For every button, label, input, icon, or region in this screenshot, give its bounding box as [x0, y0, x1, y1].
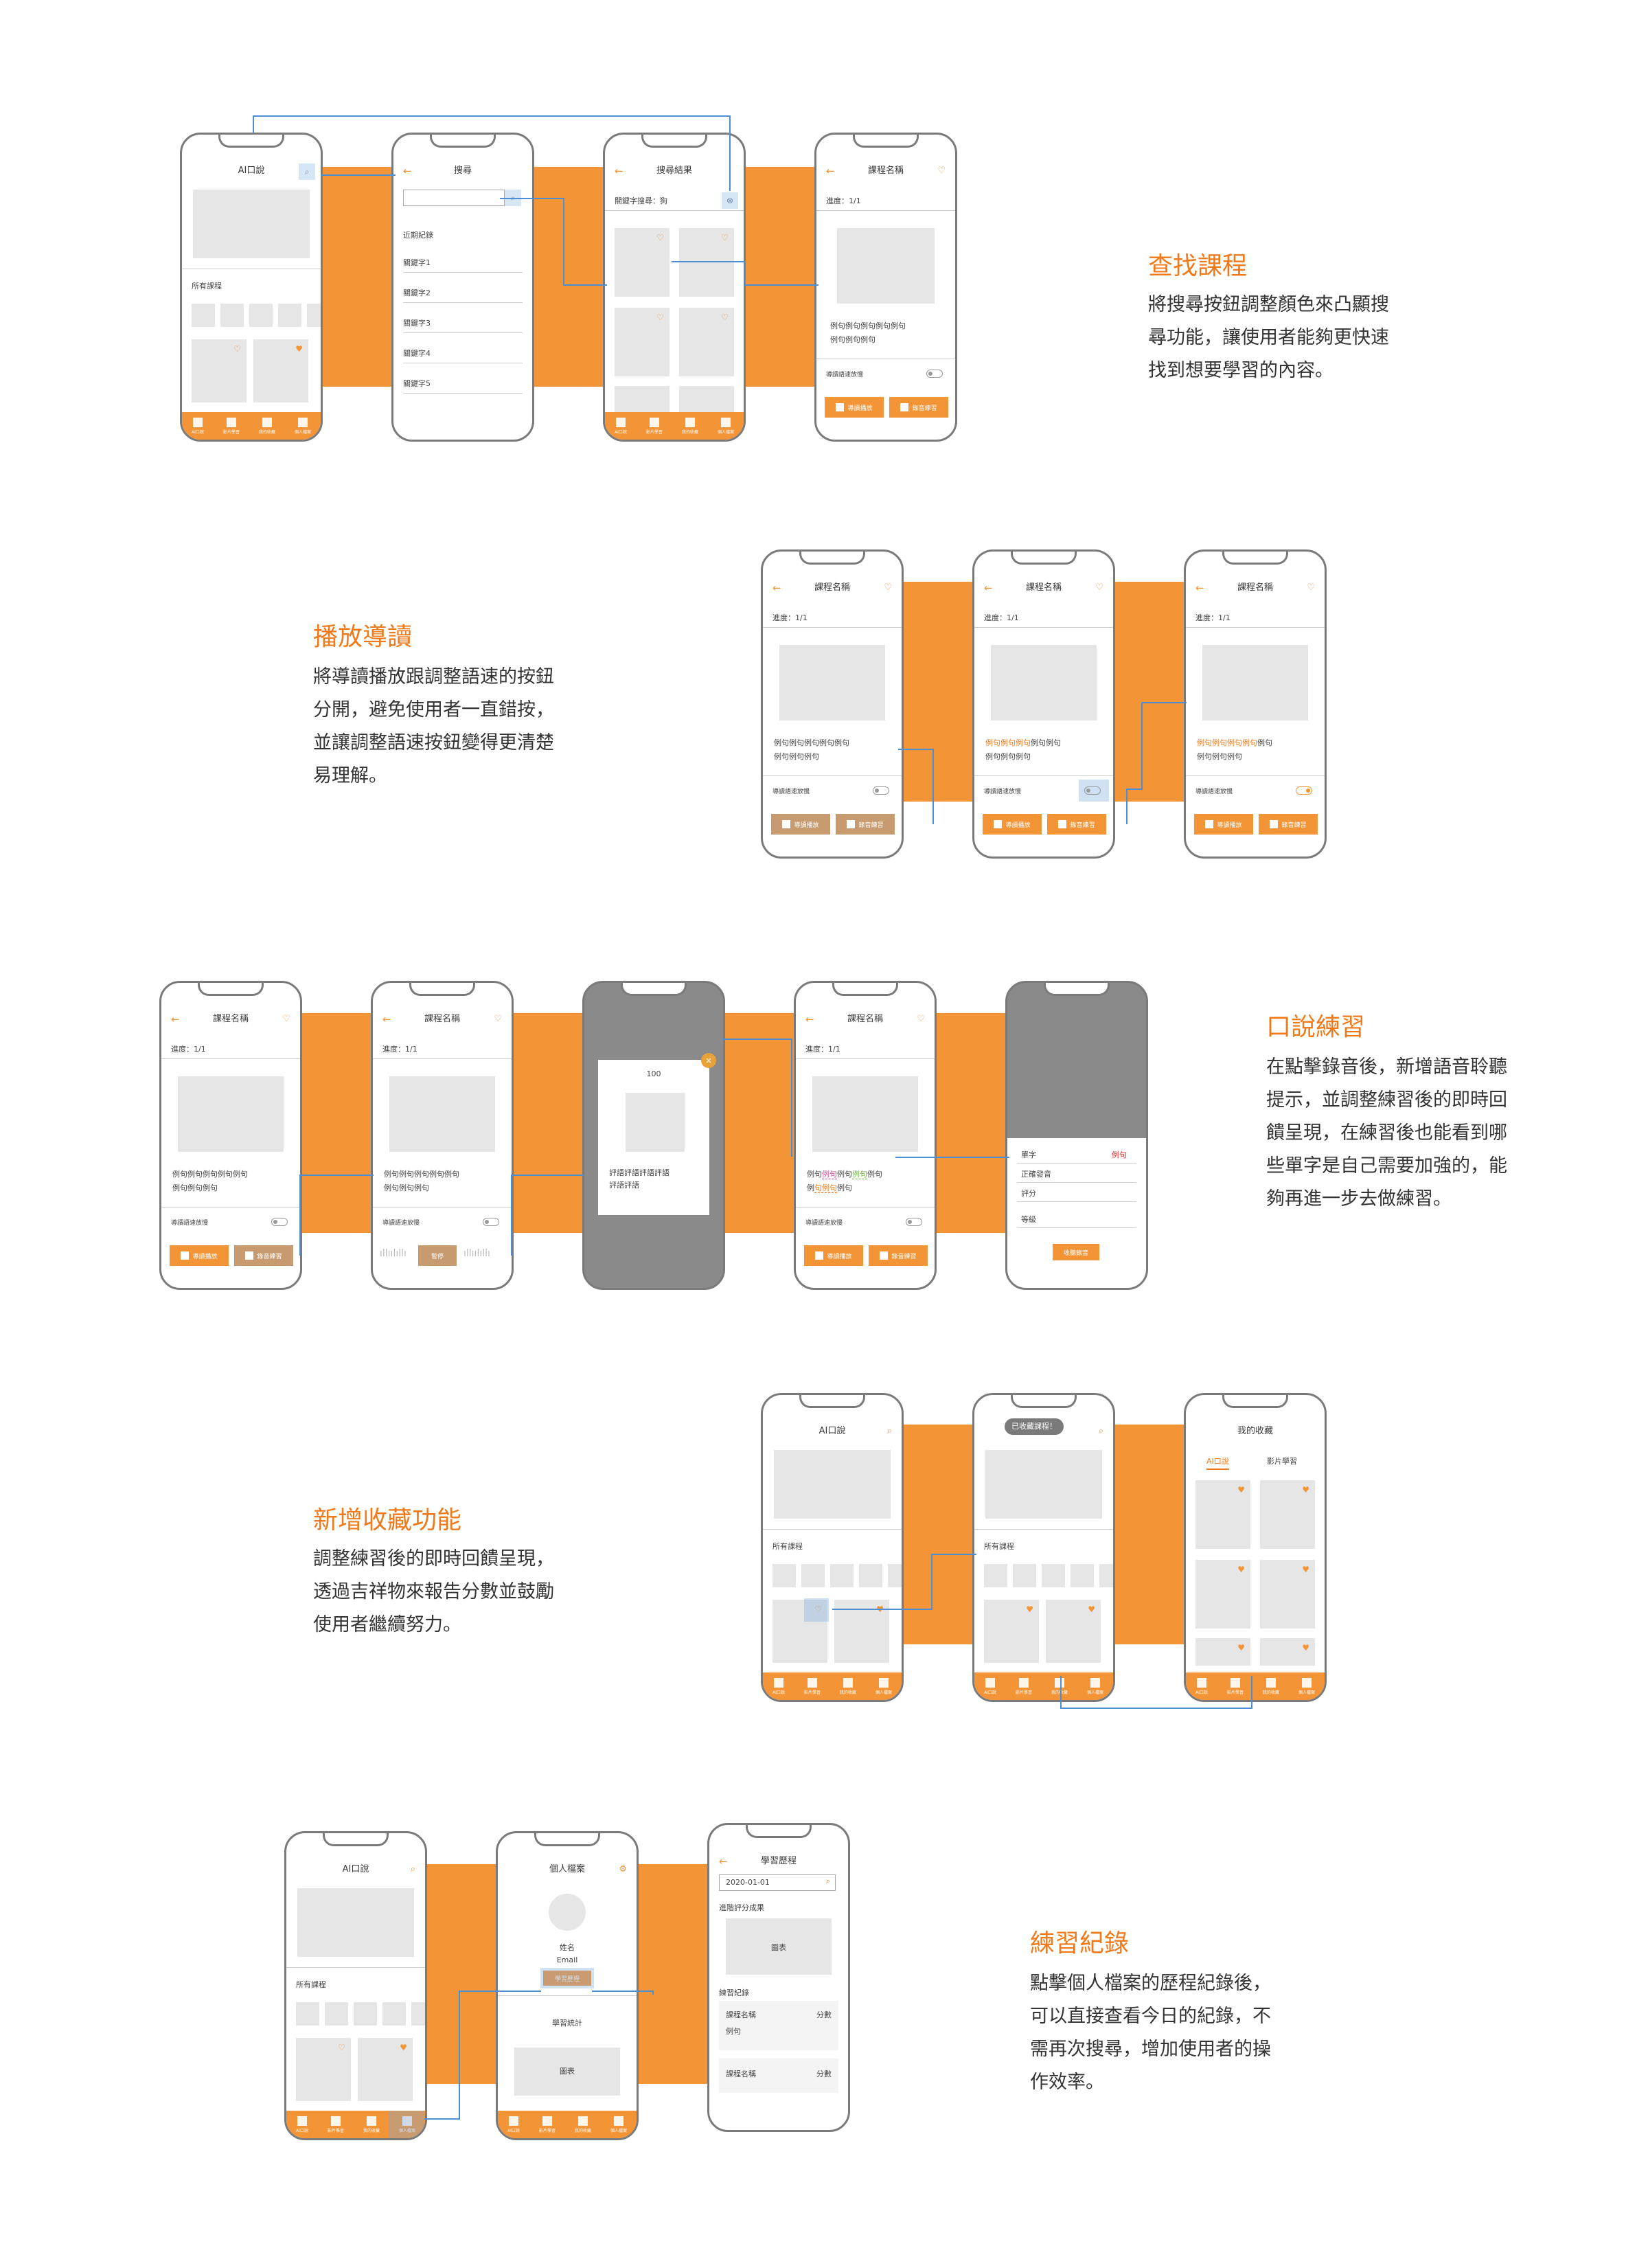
r3-phone-5: 單字 例句 正確發音 評分 等級 收聽錄音 [1005, 981, 1148, 1290]
heart-icon[interactable]: ♡ [937, 163, 946, 179]
r4-phone-home: AI口說 ⌕ 所有課程 ♡ ♥ AI口說 影片學習 我的收藏 個人檔案 [761, 1393, 904, 1702]
heart-icon[interactable]: ♡ [884, 580, 892, 596]
section-title-history: 練習紀錄 [1030, 1929, 1130, 1958]
r2-phone-course-c: ← 課程名稱 ♡ 進度：1/1 例句例句例句例句例句 例句例句例句 導讀語速放慢… [1184, 549, 1327, 859]
heart-icon[interactable]: ♡ [1307, 580, 1315, 596]
r5-phone-profile: 個人檔案 ⚙ 姓名 Email 學習歷程 學習統計 圖表 AI口說 影片學習 我… [496, 1831, 639, 2140]
section-desc-guide: 將導讀播放跟調整語速的按鈕 分開，避免使用者一直錯按， 並讓調整語速按鈕變得更清楚易… [313, 666, 554, 786]
play-button[interactable]: 導讀播放 [825, 397, 884, 418]
play-button[interactable]: 導讀播放 [1194, 814, 1253, 835]
all-courses-label: 所有課程 [192, 282, 222, 291]
record-button[interactable]: 錄音練習 [234, 1245, 293, 1266]
section-title-search: 查找課程 [1148, 252, 1248, 280]
r2-phone-course-b: ← 課程名稱 ♡ 進度：1/1 例句例句例句例句例句 例句例句例句 導讀語速放慢… [972, 549, 1115, 859]
section-desc-speaking: 在點擊錄音後，新增語音聆聽 提示，並調整練習後的即時回 饋呈現，在練習後也能看到哪些… [1266, 1056, 1507, 1210]
record-button[interactable]: 錄音練習 [889, 397, 948, 418]
keyword-item[interactable]: 關鍵字2 [403, 287, 431, 298]
search-title: 搜尋 [453, 166, 472, 176]
play-button[interactable]: 導讀播放 [983, 814, 1042, 835]
r5-phone-home: AI口說 ⌕ 所有課程 ♡ ♥ AI口說 影片學習 我的收藏 個人檔案 [284, 1831, 427, 2140]
r4-phone-home-toast: AI口說 ⌕ 已收藏課程！ 所有課程 ♥ ♥ AI口說 影片學習 我的收藏 個人… [972, 1393, 1115, 1702]
r1-phone-results: ← 搜尋結果 關鍵字搜尋：狗 ⊗ ♡ ♡ ♡ ♡ AI口說 影片學習 我的收藏 … [603, 133, 746, 442]
heart-icon[interactable]: ♡ [1095, 580, 1103, 596]
tab-ai[interactable]: AI口說 [1206, 1455, 1229, 1470]
r3-phone-4: ← 課程名稱 ♡ 進度：1/1 例句例句例句例句例句 例句例句例句 導讀語速放慢… [794, 981, 937, 1290]
section-title-guide: 播放導讀 [313, 623, 413, 651]
section-title-favorite: 新增收藏功能 [313, 1506, 462, 1534]
section-desc-search: 將搜尋按鈕調整顏色來凸顯搜 尋功能，讓使用者能夠更快速 找到想要學習的內容。 [1148, 294, 1389, 381]
pause-button[interactable]: 暫停 [418, 1245, 457, 1266]
sentence-line: 例句例句例句例句例句 [830, 321, 906, 330]
listen-button[interactable]: 收聽錄音 [1053, 1244, 1099, 1260]
clear-icon[interactable]: ⊗ [722, 192, 738, 209]
results-query: 關鍵字搜尋：狗 [615, 196, 667, 205]
keyword-item[interactable]: 關鍵字1 [403, 257, 431, 268]
play-button[interactable]: 導讀播放 [771, 814, 830, 835]
r3-phone-2: ← 課程名稱 ♡ 進度：1/1 例句例句例句例句例句 例句例句例句 導讀語速放慢… [371, 981, 514, 1290]
keyword-item[interactable]: 關鍵字3 [403, 317, 431, 328]
sentence-line: 例句例句例句 [830, 335, 876, 344]
search-input[interactable] [403, 190, 505, 206]
r5-phone-history: ← 學習歷程 2020-01-01 ⌕ 進階評分成果 圖表 練習紀錄 課程名稱 … [707, 1823, 850, 2132]
tab-video[interactable]: 影片學習 [1267, 1455, 1297, 1466]
waveform-icon: ıllıılıllı [380, 1248, 407, 1259]
record-button[interactable]: 錄音練習 [1259, 814, 1318, 835]
gear-icon[interactable]: ⚙ [619, 1862, 627, 1877]
toast: 已收藏課程！ [1005, 1418, 1064, 1435]
r3-phone-1: ← 課程名稱 ♡ 進度：1/1 例句例句例句例句例句 例句例句例句 導讀語速放慢… [159, 981, 302, 1290]
r2-phone-course-a: ← 課程名稱 ♡ 進度：1/1 例句例句例句例句例句 例句例句例句 導讀語速放慢… [761, 549, 904, 859]
r3-phone-3: 100 評語評語評語評語 評語評語 × [582, 981, 725, 1290]
section-desc-favorite: 調整練習後的即時回饋呈現， 透過吉祥物來報告分數並鼓勵 使用者繼續努力。 [313, 1548, 554, 1635]
speed-toggle[interactable] [1084, 786, 1101, 795]
results-title: 搜尋結果 [656, 166, 692, 176]
keyword-item[interactable]: 關鍵字4 [403, 348, 431, 359]
speed-toggle[interactable] [926, 370, 943, 378]
close-icon[interactable]: × [701, 1053, 716, 1068]
r4-phone-favorites: 我的收藏 AI口說 影片學習 ♥ ♥ ♥ ♥ ♥ ♥ AI口說 影片學習 我的收… [1184, 1393, 1327, 1702]
speed-toggle[interactable] [1296, 786, 1312, 795]
record-button[interactable]: 錄音練習 [836, 814, 895, 835]
course-title: 課程名稱 [867, 166, 904, 176]
recent-label: 近期紀錄 [403, 231, 433, 240]
section-title-speaking: 口說練習 [1266, 1013, 1366, 1041]
r1-phone-search: ← 搜尋 ⌕ 近期紀錄 關鍵字1 關鍵字2 關鍵字3 關鍵字4 關鍵字5 [391, 133, 534, 442]
r1-phone-home: AI口說 ⌕ 所有課程 ♡ ♥ AI口說 影片學習 我的收藏 個人檔案 [180, 133, 323, 442]
progress-label: 進度：1/1 [826, 196, 861, 205]
speed-toggle[interactable] [873, 786, 889, 795]
search-icon[interactable]: ⌕ [299, 163, 315, 180]
keyword-item[interactable]: 關鍵字5 [403, 378, 431, 389]
record-button[interactable]: 錄音練習 [1047, 814, 1106, 835]
r1-phone-course: ← 課程名稱 ♡ 進度：1/1 例句例句例句例句例句 例句例句例句 導讀語速放慢… [814, 133, 957, 442]
section-desc-history: 點擊個人檔案的歷程紀錄後， 可以直接查看今日的紀錄，不 需再次搜尋，增加使用者的操作… [1030, 1973, 1271, 2093]
speed-label: 導讀語速放慢 [826, 372, 864, 378]
score-value: 100 [646, 1069, 661, 1078]
